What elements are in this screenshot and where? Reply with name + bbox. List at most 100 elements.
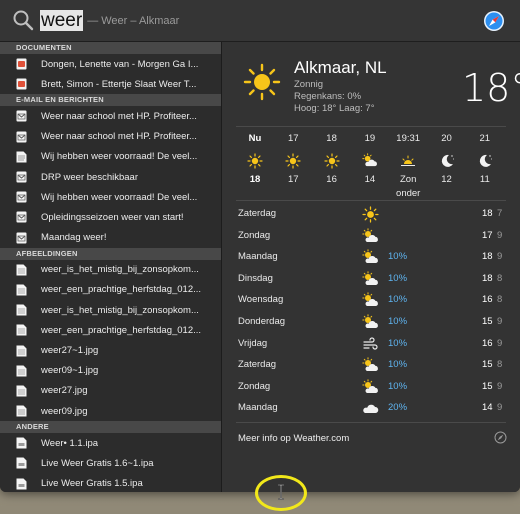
daily-high: 18 xyxy=(482,272,493,284)
daily-row: Zondag 10% 15 9 xyxy=(236,377,506,398)
daily-low: 8 xyxy=(497,272,503,284)
image-file-icon xyxy=(16,385,27,397)
cloud-icon xyxy=(362,400,379,416)
sun-icon xyxy=(323,153,340,169)
divider xyxy=(236,200,506,201)
image-file-icon xyxy=(16,324,27,336)
result-item-label: weer09~1.jpg xyxy=(41,365,99,377)
daily-day: Zaterdag xyxy=(238,208,277,219)
daily-row: Woensdag 10% 16 8 xyxy=(236,290,506,311)
spotlight-window: weer — Weer – Alkmaar DOCUMENTEN Dongen, L… xyxy=(0,0,520,492)
hourly-item: 21 11 xyxy=(465,132,505,187)
document-icon xyxy=(16,151,27,163)
section-header: ANDERE xyxy=(0,421,221,434)
result-item[interactable]: Opleidingsseizoen weer van start! xyxy=(0,207,221,227)
compass-icon[interactable] xyxy=(494,431,507,444)
daily-high: 16 xyxy=(482,294,493,306)
weather-condition: Zonnig xyxy=(294,79,324,90)
more-info-link[interactable]: Meer info op Weather.com xyxy=(238,433,349,444)
result-item[interactable]: weer_een_prachtige_herfstdag_012... xyxy=(0,280,221,300)
section-header: E-MAIL EN BERICHTEN xyxy=(0,94,221,107)
result-item[interactable]: weer_is_het_mistig_bij_zonsopkom... xyxy=(0,300,221,320)
result-item[interactable]: Maandag weer! xyxy=(0,228,221,248)
hourly-item: Nu 18 xyxy=(235,132,275,187)
moon-icon xyxy=(477,153,493,169)
partly-cloudy-icon xyxy=(362,292,379,308)
result-item[interactable]: weer_een_prachtige_herfstdag_012... xyxy=(0,320,221,340)
wind-icon xyxy=(362,336,379,352)
result-item-label: weer_een_prachtige_herfstdag_012... xyxy=(41,284,202,296)
daily-high: 15 xyxy=(482,380,493,392)
file-icon xyxy=(16,437,27,449)
result-item[interactable]: weer09.jpg xyxy=(0,401,221,421)
result-item[interactable]: weer27.jpg xyxy=(0,381,221,401)
daily-low: 9 xyxy=(497,402,503,414)
daily-day: Vrijdag xyxy=(238,337,268,349)
result-item-label: Wij hebben weer voorraad! De veel... xyxy=(41,191,198,203)
result-item-label: Wij hebben weer voorraad! De veel... xyxy=(41,151,198,163)
search-input[interactable]: weer — Weer – Alkmaar xyxy=(40,9,179,33)
search-query: weer xyxy=(40,10,84,31)
hourly-item: 17 17 xyxy=(273,132,313,187)
result-item[interactable]: Weer• 1.1.ipa xyxy=(0,433,221,453)
section-header: DOCUMENTEN xyxy=(0,42,221,54)
image-file-icon xyxy=(16,405,27,417)
result-item-label: weer09.jpg xyxy=(41,405,88,417)
hourly-forecast: Nu 18 17 17 18 16 19 14 19:31 Zon onder 20 12 21 11 xyxy=(235,132,506,199)
result-item[interactable]: Wij hebben weer voorraad! De veel... xyxy=(0,147,221,167)
daily-high: 15 xyxy=(482,316,493,327)
daily-row: Donderdag 10% 15 9 xyxy=(236,312,506,333)
result-item[interactable]: Brett, Simon - Ettertje Slaat Weer T... xyxy=(0,74,221,94)
hourly-item: 19:31 Zon onder xyxy=(388,132,428,199)
result-item-label: Weer naar school met HP. Profiteer... xyxy=(41,110,197,122)
sun-icon xyxy=(247,153,263,169)
result-item[interactable]: Dongen, Lenette van - Morgen Ga I... xyxy=(0,54,221,74)
result-item-label: weer_een_prachtige_herfstdag_012... xyxy=(41,324,202,336)
result-item-label: weer27~1.jpg xyxy=(41,345,99,357)
result-item[interactable]: Weer naar school met HP. Profiteer... xyxy=(0,127,221,147)
result-item[interactable]: weer_is_het_mistig_bij_zonsopkom... xyxy=(0,260,221,280)
mail-icon xyxy=(16,232,27,244)
image-file-icon xyxy=(16,365,27,377)
result-item[interactable]: weer09~1.jpg xyxy=(0,361,221,381)
safari-icon[interactable] xyxy=(483,10,505,32)
result-item[interactable]: Weer naar school met HP. Profiteer... xyxy=(0,106,221,126)
mail-icon xyxy=(16,211,27,223)
section-header: AFBEELDINGEN xyxy=(0,247,221,260)
current-temperature: 18° xyxy=(462,66,520,110)
file-icon xyxy=(16,478,27,490)
hourly-time: 21 xyxy=(479,133,491,144)
mail-icon xyxy=(16,171,27,183)
daily-precipitation: 10% xyxy=(388,272,408,284)
result-item-label: Live Weer Gratis 1.5.ipa xyxy=(41,478,143,490)
image-file-icon xyxy=(16,345,27,357)
partly-cloudy-icon xyxy=(362,249,379,265)
result-item[interactable]: weer27~1.jpg xyxy=(0,340,221,360)
hourly-time: 18 xyxy=(326,133,337,144)
daily-low: 8 xyxy=(497,294,503,306)
result-item[interactable]: Wij hebben weer voorraad! De veel... xyxy=(0,187,221,207)
result-item[interactable]: Live Weer Gratis 1.6~1.ipa xyxy=(0,453,221,473)
weather-details: Zonnig Regenkans: 0% Hoog: 18° Laag: 7° xyxy=(294,79,375,115)
search-icon xyxy=(13,10,34,31)
partly-cloudy-icon xyxy=(362,271,379,287)
result-item[interactable]: DRP weer beschikbaar xyxy=(0,167,221,187)
daily-row: Zaterdag 10% 15 8 xyxy=(236,355,506,376)
result-item[interactable]: Live Weer Gratis 1.5.ipa xyxy=(0,474,221,492)
daily-row: Dinsdag 10% 18 8 xyxy=(236,269,506,290)
result-item-label: Dongen, Lenette van - Morgen Ga I... xyxy=(41,58,199,70)
result-item-label: Maandag weer! xyxy=(41,232,107,244)
daily-precipitation: 10% xyxy=(388,337,408,349)
daily-low: 9 xyxy=(497,380,503,392)
divider xyxy=(236,126,506,127)
daily-row: Vrijdag 10% 16 9 xyxy=(236,334,506,355)
result-item-label: Opleidingsseizoen weer van start! xyxy=(41,211,184,223)
partly-cloudy-icon xyxy=(362,379,379,395)
result-item-label: weer27.jpg xyxy=(41,385,88,397)
weather-preview: Alkmaar, NL Zonnig Regenkans: 0% Hoog: 1… xyxy=(222,42,520,492)
daily-row: Maandag 20% 14 9 xyxy=(236,398,506,419)
daily-low: 9 xyxy=(497,316,503,327)
hourly-temp: Zon onder xyxy=(396,174,421,199)
results-list: DOCUMENTEN Dongen, Lenette van - Morgen G… xyxy=(0,42,222,492)
daily-high: 17 xyxy=(482,229,493,241)
